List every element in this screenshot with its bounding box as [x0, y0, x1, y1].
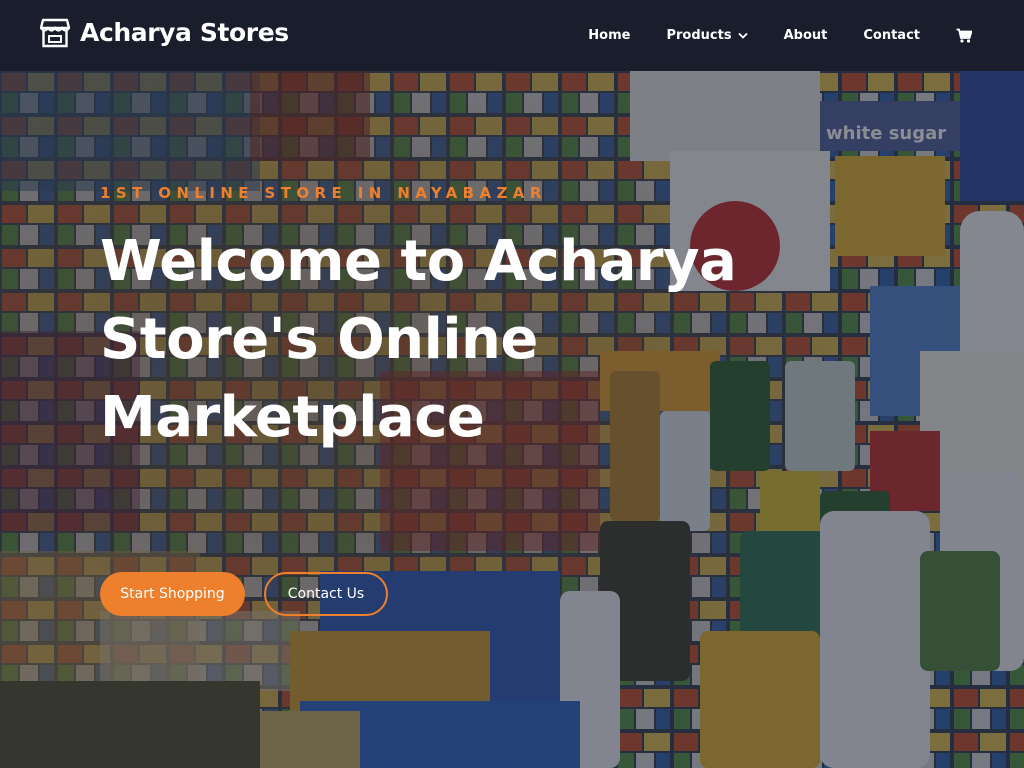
contact-us-button[interactable]: Contact Us — [264, 572, 388, 616]
site-header: Acharya Stores Home Products About Conta… — [0, 0, 1024, 71]
hero-section: white sugar 1ST ONLINE STORE IN NAYABAZA… — [0, 71, 1024, 768]
nav-contact[interactable]: Contact — [863, 28, 920, 43]
nav-contact-label: Contact — [863, 28, 920, 43]
nav-about-label: About — [783, 28, 828, 43]
brand[interactable]: Acharya Stores — [40, 16, 289, 50]
nav-about[interactable]: About — [784, 28, 828, 43]
nav-home[interactable]: Home — [588, 28, 630, 43]
nav-products-label: Products — [666, 28, 732, 43]
chevron-down-icon — [737, 32, 748, 39]
cart-icon[interactable] — [956, 28, 972, 43]
start-shopping-button[interactable]: Start Shopping — [100, 572, 245, 616]
main-nav: Home Products About Contact — [588, 0, 972, 71]
hero-title: Welcome to Acharya Store's Online Market… — [100, 229, 737, 450]
nav-home-label: Home — [588, 28, 631, 43]
hero-tagline: 1ST ONLINE STORE IN NAYABAZAR — [100, 184, 547, 202]
nav-products[interactable]: Products — [666, 28, 748, 43]
store-icon — [40, 18, 70, 48]
brand-name: Acharya Stores — [80, 18, 289, 47]
